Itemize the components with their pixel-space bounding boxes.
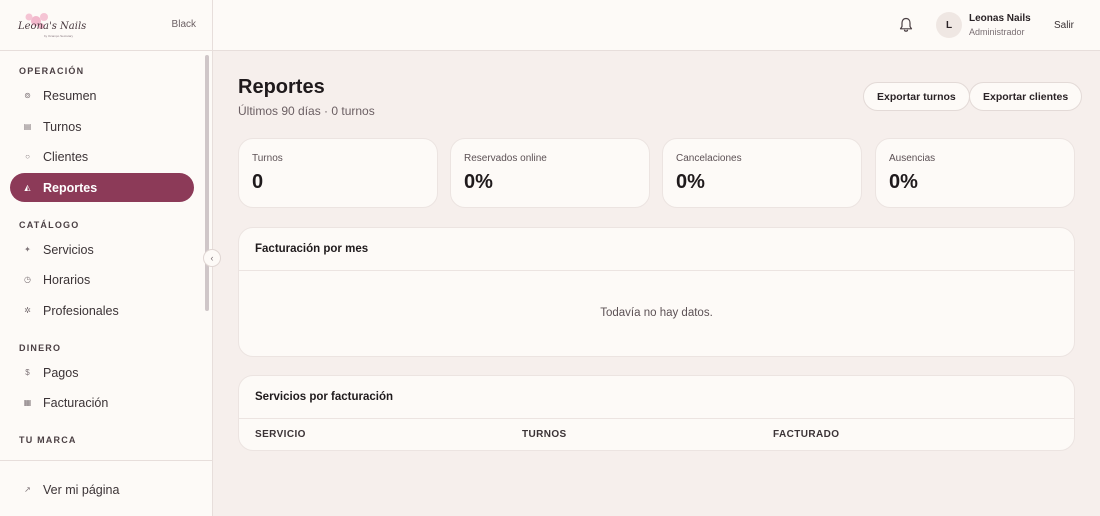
sidebar-item-label: Reportes	[43, 180, 98, 195]
brand-logo-text: Leona's Nails	[18, 21, 87, 32]
section-label-catalogo: CATÁLOGO	[19, 220, 80, 230]
topbar: L Leonas Nails Administrador Salir	[213, 0, 1100, 51]
brand-logo-subtitle: by Ocampo Secretary	[44, 34, 74, 38]
page-title: Reportes	[238, 76, 325, 98]
brand-header: Leona's Nails by Ocampo Secretary Black	[0, 0, 212, 51]
logout-button[interactable]: Salir	[1054, 20, 1074, 31]
stat-label: Turnos	[252, 153, 283, 164]
sidebar-item-pagos[interactable]: $ Pagos	[10, 358, 194, 387]
page-subtitle: Últimos 90 días · 0 turnos	[238, 104, 375, 118]
sidebar-item-label: Facturación	[43, 395, 109, 410]
stat-label: Cancelaciones	[676, 153, 742, 164]
sidebar-item-label: Profesionales	[43, 303, 119, 318]
user-icon: ○	[25, 152, 30, 161]
export-clientes-button[interactable]: Exportar clientes	[969, 82, 1083, 111]
sidebar-item-label: Ver mi página	[43, 482, 120, 497]
avatar[interactable]: L	[936, 12, 962, 38]
stat-card-ausencias: Ausencias 0%	[875, 138, 1075, 208]
sidebar-item-resumen[interactable]: ⊚ Resumen	[10, 81, 194, 110]
export-turnos-button[interactable]: Exportar turnos	[863, 82, 970, 111]
chevron-left-icon: ‹	[210, 253, 214, 263]
sidebar-item-label: Servicios	[43, 242, 94, 257]
clock-icon: ◷	[24, 275, 31, 284]
card-divider	[239, 270, 1074, 271]
stat-card-cancelaciones: Cancelaciones 0%	[662, 138, 862, 208]
column-header-facturado[interactable]: FACTURADO	[773, 429, 839, 440]
invoice-icon: ▦	[23, 398, 32, 407]
services-by-billing-card: Servicios por facturación SERVICIO TURNO…	[238, 375, 1075, 451]
sidebar-item-label: Clientes	[43, 149, 89, 164]
sidebar-item-label: Horarios	[43, 272, 91, 287]
sidebar-item-ver-mi-pagina[interactable]: ↗ Ver mi página	[10, 475, 194, 504]
external-link-icon: ↗	[24, 485, 31, 494]
sparkle-icon: ✦	[24, 245, 31, 254]
card-title: Facturación por mes	[255, 243, 369, 255]
sidebar-item-label: Turnos	[43, 119, 82, 134]
section-label-tu-marca: TU MARCA	[19, 435, 77, 445]
stat-value: 0	[252, 171, 264, 193]
section-label-operacion: OPERACIÓN	[19, 66, 85, 76]
column-header-turnos[interactable]: TURNOS	[522, 429, 567, 440]
billing-by-month-card: Facturación por mes Todavía no hay datos…	[238, 227, 1075, 357]
brand-logo[interactable]: Leona's Nails by Ocampo Secretary	[14, 10, 86, 42]
sidebar: Leona's Nails by Ocampo Secretary Black …	[0, 0, 213, 516]
sidebar-item-profesionales[interactable]: ✲ Profesionales	[10, 296, 194, 325]
dollar-icon: $	[25, 368, 30, 377]
user-name: Leonas Nails	[969, 13, 1031, 24]
staff-icon: ✲	[24, 306, 31, 315]
collapse-sidebar-button[interactable]: ‹	[203, 249, 221, 267]
sidebar-item-reportes[interactable]: ◭ Reportes	[10, 173, 194, 202]
theme-badge[interactable]: Black	[172, 19, 196, 30]
stat-value: 0%	[676, 171, 705, 193]
bell-icon[interactable]	[899, 17, 913, 33]
reports-icon: ◭	[24, 183, 31, 192]
column-header-servicio[interactable]: SERVICIO	[255, 429, 306, 440]
sidebar-nav: OPERACIÓN ⊚ Resumen ▤ Turnos ○ Clientes …	[0, 51, 212, 460]
sidebar-item-label: Resumen	[43, 88, 97, 103]
summary-icon: ⊚	[24, 91, 31, 100]
sidebar-item-facturacion[interactable]: ▦ Facturación	[10, 388, 194, 417]
sidebar-footer: ↗ Ver mi página	[0, 460, 212, 516]
section-label-dinero: DINERO	[19, 343, 62, 353]
card-divider	[239, 418, 1074, 419]
sidebar-item-clientes[interactable]: ○ Clientes	[10, 142, 194, 171]
sidebar-item-servicios[interactable]: ✦ Servicios	[10, 235, 194, 264]
stat-value: 0%	[889, 171, 918, 193]
stat-card-reservados-online: Reservados online 0%	[450, 138, 650, 208]
stat-label: Reservados online	[464, 153, 547, 164]
sidebar-scrollbar[interactable]	[205, 55, 209, 311]
stat-value: 0%	[464, 171, 493, 193]
sidebar-item-horarios[interactable]: ◷ Horarios	[10, 265, 194, 294]
stat-label: Ausencias	[889, 153, 936, 164]
user-role: Administrador	[969, 27, 1025, 37]
empty-state-text: Todavía no hay datos.	[600, 307, 713, 319]
card-title: Servicios por facturación	[255, 391, 394, 403]
calendar-list-icon: ▤	[23, 122, 32, 131]
main-content: Reportes Últimos 90 días · 0 turnos Expo…	[213, 51, 1100, 516]
sidebar-item-label: Pagos	[43, 365, 79, 380]
stat-card-turnos: Turnos 0	[238, 138, 438, 208]
sidebar-item-turnos[interactable]: ▤ Turnos	[10, 112, 194, 141]
